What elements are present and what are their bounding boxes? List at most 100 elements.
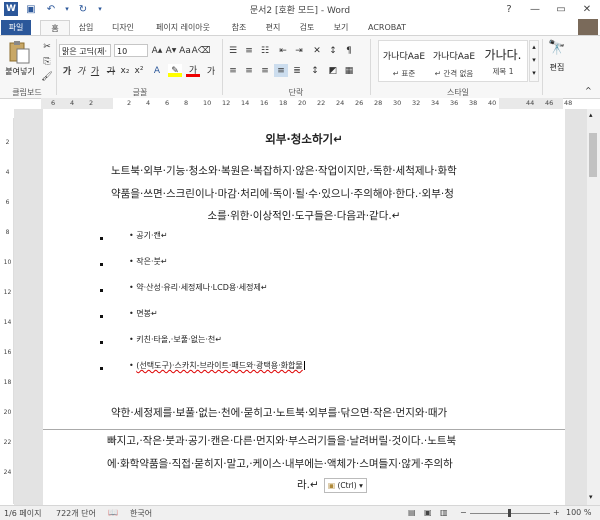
help-icon[interactable]: ? <box>496 0 522 18</box>
asian-layout-icon[interactable]: ✕ <box>310 44 324 57</box>
scroll-up-icon[interactable]: ▴ <box>589 111 593 119</box>
tab-file[interactable]: 파일 <box>1 20 31 35</box>
zoom-level[interactable]: 100 % <box>566 508 591 517</box>
zoom-in-icon[interactable]: + <box>553 508 560 517</box>
tab-review[interactable]: 검토 <box>292 20 322 35</box>
underline-icon[interactable]: 가 <box>88 64 102 77</box>
borders-icon[interactable]: ▦ <box>342 64 356 77</box>
paste-options-button[interactable]: ▣ (Ctrl) ▾ <box>324 478 367 493</box>
bold-icon[interactable]: 가 <box>60 64 74 77</box>
read-mode-icon[interactable]: ▤ <box>408 508 416 517</box>
font-color-icon[interactable]: 가 <box>186 64 200 77</box>
ruler-number: 20 <box>298 99 307 107</box>
shrink-font-icon[interactable]: A ▼ <box>164 44 178 57</box>
list-item: • (선택도구)·스카치-브라이트·패드와·광택용·화합물 <box>129 360 308 371</box>
vertical-scrollbar[interactable]: ▴ ▾ <box>587 109 600 505</box>
ruler-number: 2 <box>5 139 10 146</box>
cut-icon[interactable]: ✂ <box>40 40 54 53</box>
subscript-icon[interactable]: x₂ <box>118 64 132 77</box>
language-indicator[interactable]: 한국어 <box>130 508 152 519</box>
shading-icon[interactable]: ◩ <box>326 64 340 77</box>
list-item: • 작은·붓↵ <box>129 257 168 266</box>
style-normal[interactable]: 가나다AaE ↵ 표준 <box>379 41 429 81</box>
title-bar: W ▣ ↶ ▾ ↻ ▾ 문서2 [호환 모드] - Word ? — ▭ ✕ <box>0 0 600 19</box>
print-layout-icon[interactable]: ▣ <box>424 508 432 517</box>
superscript-icon[interactable]: x² <box>132 64 146 77</box>
change-case-icon[interactable]: Aa <box>178 44 192 57</box>
intro-line-2: 약품을·쓰면·스크린이나·마감·처리에·독이·될·수·있으니·주의해야·한다.·… <box>111 188 454 200</box>
increase-indent-icon[interactable]: ⇥ <box>292 44 306 57</box>
style-heading-1[interactable]: 가나다. 제목 1 <box>479 41 527 81</box>
strikethrough-icon[interactable]: 가 <box>104 64 118 77</box>
align-center-icon[interactable]: ≡ <box>242 64 256 77</box>
style-no-spacing[interactable]: 가나다AaE ↵ 간격 없음 <box>429 41 479 81</box>
scrollbar-thumb[interactable] <box>589 133 597 177</box>
align-left-icon[interactable]: ≡ <box>226 64 240 77</box>
copy-icon[interactable]: ⎘ <box>40 55 54 68</box>
ribbon: 붙여넣기 ✂ ⎘ 🖌 클립보드 맑은 고딕(제· 10 A ▲ A ▼ Aa A⌫ … <box>0 35 600 99</box>
find-icon[interactable]: 🔭 <box>548 40 566 58</box>
scroll-down-icon[interactable]: ▾ <box>589 493 593 501</box>
styles-scroll[interactable]: ▴ ▾ ▾ <box>529 40 539 82</box>
zoom-slider-thumb[interactable] <box>508 509 511 517</box>
text-effects-icon[interactable]: A <box>150 64 164 77</box>
font-size-combo[interactable]: 10 <box>114 44 148 57</box>
ruler-number: 8 <box>5 229 10 236</box>
highlight-icon[interactable]: ✎ <box>168 64 182 77</box>
word-count[interactable]: 722개 단어 <box>56 508 96 519</box>
tab-page-layout[interactable]: 페이지 레이아웃 <box>146 20 220 35</box>
styles-gallery: 가나다AaE ↵ 표준 가나다AaE ↵ 간격 없음 가나다. 제목 1 <box>378 40 528 82</box>
ruler-number: 44 <box>526 99 535 107</box>
tab-design[interactable]: 디자인 <box>104 20 142 35</box>
format-painter-icon[interactable]: 🖌 <box>40 70 54 83</box>
web-layout-icon[interactable]: ▥ <box>440 508 448 517</box>
horizontal-ruler[interactable]: 6 4 2 2 4 6 8 10 12 14 16 18 20 22 24 26 28 30 32 34 36 38 40 4… <box>41 98 572 109</box>
zoom-out-icon[interactable]: − <box>460 508 467 517</box>
italic-icon[interactable]: 가 <box>74 64 88 77</box>
tab-references[interactable]: 참조 <box>224 20 254 35</box>
char-shading-icon[interactable]: 가 <box>204 64 218 77</box>
tab-acrobat[interactable]: ACROBAT <box>362 20 412 35</box>
document-page[interactable]: 외부·청소하기↵ 노트북·외부·기능·청소와·복원은·복잡하지·않은·작업이지만… <box>43 109 565 505</box>
paste-icon[interactable] <box>6 40 32 66</box>
ruler-number: 24 <box>3 469 12 476</box>
bullets-icon[interactable]: ☰ <box>226 44 240 57</box>
list-item-text: 키친·타올,·보풀·없는·천↵ <box>136 335 222 344</box>
status-bar: 1/6 페이지 722개 단어 📖 한국어 ▤ ▣ ▥ − + 100 % <box>0 505 600 520</box>
decrease-indent-icon[interactable]: ⇤ <box>276 44 290 57</box>
justify-icon[interactable]: ≡ <box>274 64 288 77</box>
bullet-marker <box>100 341 103 344</box>
ruler-number: 4 <box>146 99 151 107</box>
collapse-ribbon-icon[interactable]: ^ <box>585 86 592 95</box>
minimize-button[interactable]: — <box>522 0 548 18</box>
line-spacing-icon[interactable]: ↕ <box>308 64 322 77</box>
clear-formatting-icon[interactable]: A⌫ <box>192 44 211 57</box>
tab-home[interactable]: 홈 <box>40 20 70 36</box>
numbering-icon[interactable]: ≡ <box>242 44 256 57</box>
sort-icon[interactable]: ↕ <box>326 44 340 57</box>
ruler-number: 18 <box>3 379 12 386</box>
proofing-icon[interactable]: 📖 <box>108 508 118 517</box>
editing-label[interactable]: 편집 <box>542 62 572 73</box>
vertical-ruler[interactable]: 2 4 6 8 10 12 14 16 18 20 22 24 <box>2 118 14 504</box>
tab-view[interactable]: 보기 <box>326 20 356 35</box>
restore-button[interactable]: ▭ <box>548 0 574 18</box>
align-right-icon[interactable]: ≡ <box>258 64 272 77</box>
font-group-label: 글꼴 <box>132 88 148 97</box>
list-item-text: 면봉↵ <box>136 309 158 318</box>
font-name-combo[interactable]: 맑은 고딕(제· <box>59 44 111 57</box>
ruler-number: 18 <box>279 99 288 107</box>
grow-font-icon[interactable]: A ▲ <box>150 44 164 57</box>
close-button[interactable]: ✕ <box>574 0 600 18</box>
multilevel-list-icon[interactable]: ☷ <box>258 44 272 57</box>
show-marks-icon[interactable]: ¶ <box>342 44 356 57</box>
user-avatar[interactable] <box>578 19 598 35</box>
para2-line-2: 빠지고,·작은·붓과·공기·캔은·다른·먼지와·부스러기들을·날려버릴·것이다.… <box>107 435 457 447</box>
tab-insert[interactable]: 삽입 <box>72 20 100 35</box>
tab-mailings[interactable]: 편지 <box>258 20 288 35</box>
page-count[interactable]: 1/6 페이지 <box>4 508 42 519</box>
distributed-icon[interactable]: ≣ <box>290 64 304 77</box>
clipboard-group-label: 클립보드 <box>12 88 42 97</box>
paste-button-label[interactable]: 붙여넣기 <box>3 66 37 77</box>
bullet-marker <box>100 237 103 240</box>
